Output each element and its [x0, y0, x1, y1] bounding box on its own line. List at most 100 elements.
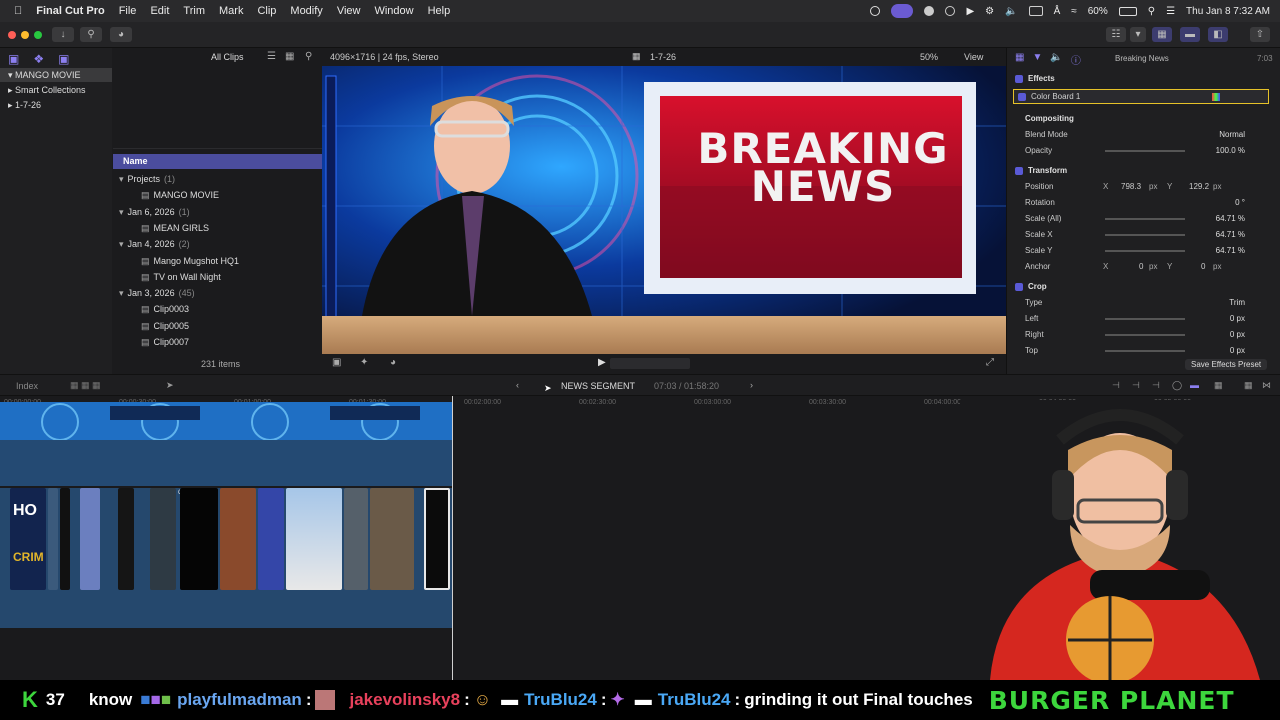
- menu-mark[interactable]: Mark: [219, 5, 243, 17]
- layout-menu-icon[interactable]: ▾: [1130, 27, 1146, 42]
- audio-skimming-icon[interactable]: ⊣: [1152, 380, 1160, 391]
- menu-file[interactable]: File: [119, 5, 137, 17]
- menu-edit[interactable]: Edit: [150, 5, 169, 17]
- library-item-event[interactable]: ▸ 1-7-26: [8, 98, 41, 112]
- color-board-icon[interactable]: [1212, 93, 1220, 101]
- close-button[interactable]: [8, 31, 16, 39]
- menu-clip[interactable]: Clip: [257, 5, 276, 17]
- snapping-icon[interactable]: ⊣: [1112, 380, 1120, 391]
- clip-thumbnail[interactable]: [344, 488, 368, 590]
- scale-x-value[interactable]: 64.71 %: [1216, 228, 1245, 242]
- audio-lane[interactable]: [0, 440, 452, 486]
- menu-modify[interactable]: Modify: [290, 5, 322, 17]
- position-y[interactable]: 129.2: [1189, 180, 1209, 194]
- status-icon[interactable]: [924, 6, 935, 16]
- clip-thumbnail-homicide[interactable]: HO CRIM: [10, 488, 46, 590]
- browser-group-row[interactable]: ▾ Jan 6, 2026 (1): [119, 205, 190, 220]
- browser-clip-row[interactable]: ▤ Mango Mugshot HQ1: [119, 254, 243, 269]
- enhance-icon[interactable]: ✦: [360, 357, 368, 368]
- view-menu[interactable]: View: [964, 52, 983, 62]
- crop-top-value[interactable]: 0 px: [1230, 344, 1245, 358]
- bluetooth-icon[interactable]: Å: [1054, 6, 1061, 17]
- play-icon[interactable]: ▶: [966, 6, 974, 17]
- anchor-y[interactable]: 0: [1201, 260, 1205, 274]
- solo-icon[interactable]: ▬: [1190, 380, 1199, 390]
- transform-header[interactable]: Transform: [1015, 164, 1265, 178]
- transform-tool-icon[interactable]: ▣: [332, 357, 341, 368]
- clip-appearance-icon[interactable]: ▦: [285, 51, 294, 62]
- disclosure-triangle-icon[interactable]: ▾: [119, 174, 124, 184]
- keyword-icon[interactable]: ⚲: [80, 27, 102, 42]
- clip-height-icon[interactable]: ▦: [1214, 380, 1223, 391]
- back-icon[interactable]: ‹: [516, 380, 519, 390]
- clip-thumbnail[interactable]: [80, 488, 100, 590]
- browser-group-row[interactable]: ▾ Jan 4, 2026 (2): [119, 237, 190, 252]
- background-tasks-icon[interactable]: ◕: [110, 27, 132, 42]
- browser-clip-row[interactable]: ▤ MANGO MOVIE: [119, 188, 223, 203]
- transform-checkbox[interactable]: [1015, 166, 1023, 175]
- scale-all-value[interactable]: 64.71 %: [1216, 212, 1245, 226]
- fullscreen-icon[interactable]: ⤢: [986, 357, 994, 368]
- play-button[interactable]: ▶: [598, 357, 606, 368]
- photos-icon[interactable]: ▣: [8, 52, 19, 68]
- timeline-toggle-icon[interactable]: ▬: [1180, 27, 1200, 42]
- index-button[interactable]: Index: [16, 381, 38, 391]
- select-tool-icon[interactable]: ➤: [166, 380, 174, 391]
- browser-clip-row[interactable]: ▤ MEAN GIRLS: [119, 221, 213, 236]
- crop-top-slider[interactable]: [1105, 350, 1185, 352]
- crop-right-slider[interactable]: [1105, 334, 1185, 336]
- share-icon[interactable]: ⇧: [1250, 27, 1270, 42]
- playhead[interactable]: [452, 396, 453, 680]
- browser-toggle-icon[interactable]: ▦: [1152, 27, 1172, 42]
- library-item-mango-movie[interactable]: ▾ MANGO MOVIE: [0, 68, 112, 82]
- effects-browser-icon[interactable]: ▦: [1244, 380, 1253, 391]
- display-icon[interactable]: [1028, 6, 1043, 16]
- browser-clip-row[interactable]: ▤ TV on Wall Night: [119, 270, 225, 285]
- effects-header[interactable]: Effects: [1015, 72, 1265, 86]
- menu-help[interactable]: Help: [428, 5, 451, 17]
- titles-icon[interactable]: ❖: [33, 52, 44, 68]
- browser-clip-row[interactable]: ▤ Clip0007: [119, 335, 193, 350]
- search-icon[interactable]: ⚲: [1148, 6, 1155, 17]
- record-icon[interactable]: [870, 6, 881, 16]
- clip-thumbnail[interactable]: [370, 488, 414, 590]
- anchor-x[interactable]: 0: [1139, 260, 1143, 274]
- clip-thumbnail[interactable]: [118, 488, 134, 590]
- disclosure-triangle-icon[interactable]: ▾: [119, 288, 124, 298]
- zoom-button[interactable]: [34, 31, 42, 39]
- clip-thumbnail[interactable]: [60, 488, 70, 590]
- volume-icon[interactable]: 🔈: [1005, 6, 1017, 17]
- apple-icon[interactable]: : [14, 5, 22, 17]
- browser-clip-row[interactable]: ▤ Clip0005: [119, 319, 193, 334]
- crop-checkbox[interactable]: [1015, 282, 1023, 291]
- browser-group-row[interactable]: ▾ Jan 3, 2026 (45): [119, 286, 195, 301]
- menu-extra-icon[interactable]: [945, 6, 956, 16]
- clip-thumbnail-heavenly[interactable]: [286, 488, 342, 590]
- scale-all-slider[interactable]: [1105, 218, 1185, 220]
- crop-right-value[interactable]: 0 px: [1230, 328, 1245, 342]
- compositing-header[interactable]: Compositing: [1025, 112, 1275, 126]
- control-center-icon[interactable]: ☰: [1166, 6, 1175, 17]
- crop-left-value[interactable]: 0 px: [1230, 312, 1245, 326]
- disclosure-triangle-icon[interactable]: ▾: [119, 207, 124, 217]
- skimming-icon[interactable]: ⊣: [1132, 380, 1140, 391]
- screen-share-icon[interactable]: [891, 4, 914, 18]
- zoom-menu[interactable]: 50%: [920, 52, 938, 62]
- speed-icon[interactable]: ◕: [390, 357, 396, 368]
- clip-thumbnail[interactable]: [48, 488, 58, 590]
- clock[interactable]: Thu Jan 8 7:32 AM: [1186, 6, 1270, 17]
- transitions-browser-icon[interactable]: ⋈: [1262, 380, 1271, 391]
- video-inspector-icon[interactable]: ▦: [1015, 52, 1024, 67]
- scale-y-value[interactable]: 64.71 %: [1216, 244, 1245, 258]
- effects-checkbox[interactable]: [1015, 74, 1023, 83]
- color-inspector-icon[interactable]: ▼: [1032, 52, 1042, 67]
- search-icon[interactable]: ⚲: [305, 51, 312, 62]
- menu-trim[interactable]: Trim: [183, 5, 205, 17]
- color-board-effect[interactable]: Color Board 1: [1013, 89, 1269, 104]
- viewer-frame[interactable]: BREAKING NEWS: [322, 66, 1006, 354]
- position-x[interactable]: 798.3: [1121, 180, 1141, 194]
- crop-header[interactable]: Crop: [1015, 280, 1265, 294]
- disclosure-triangle-icon[interactable]: ▾: [119, 239, 124, 249]
- wifi-icon[interactable]: ≈: [1071, 6, 1077, 17]
- scale-x-slider[interactable]: [1105, 234, 1185, 236]
